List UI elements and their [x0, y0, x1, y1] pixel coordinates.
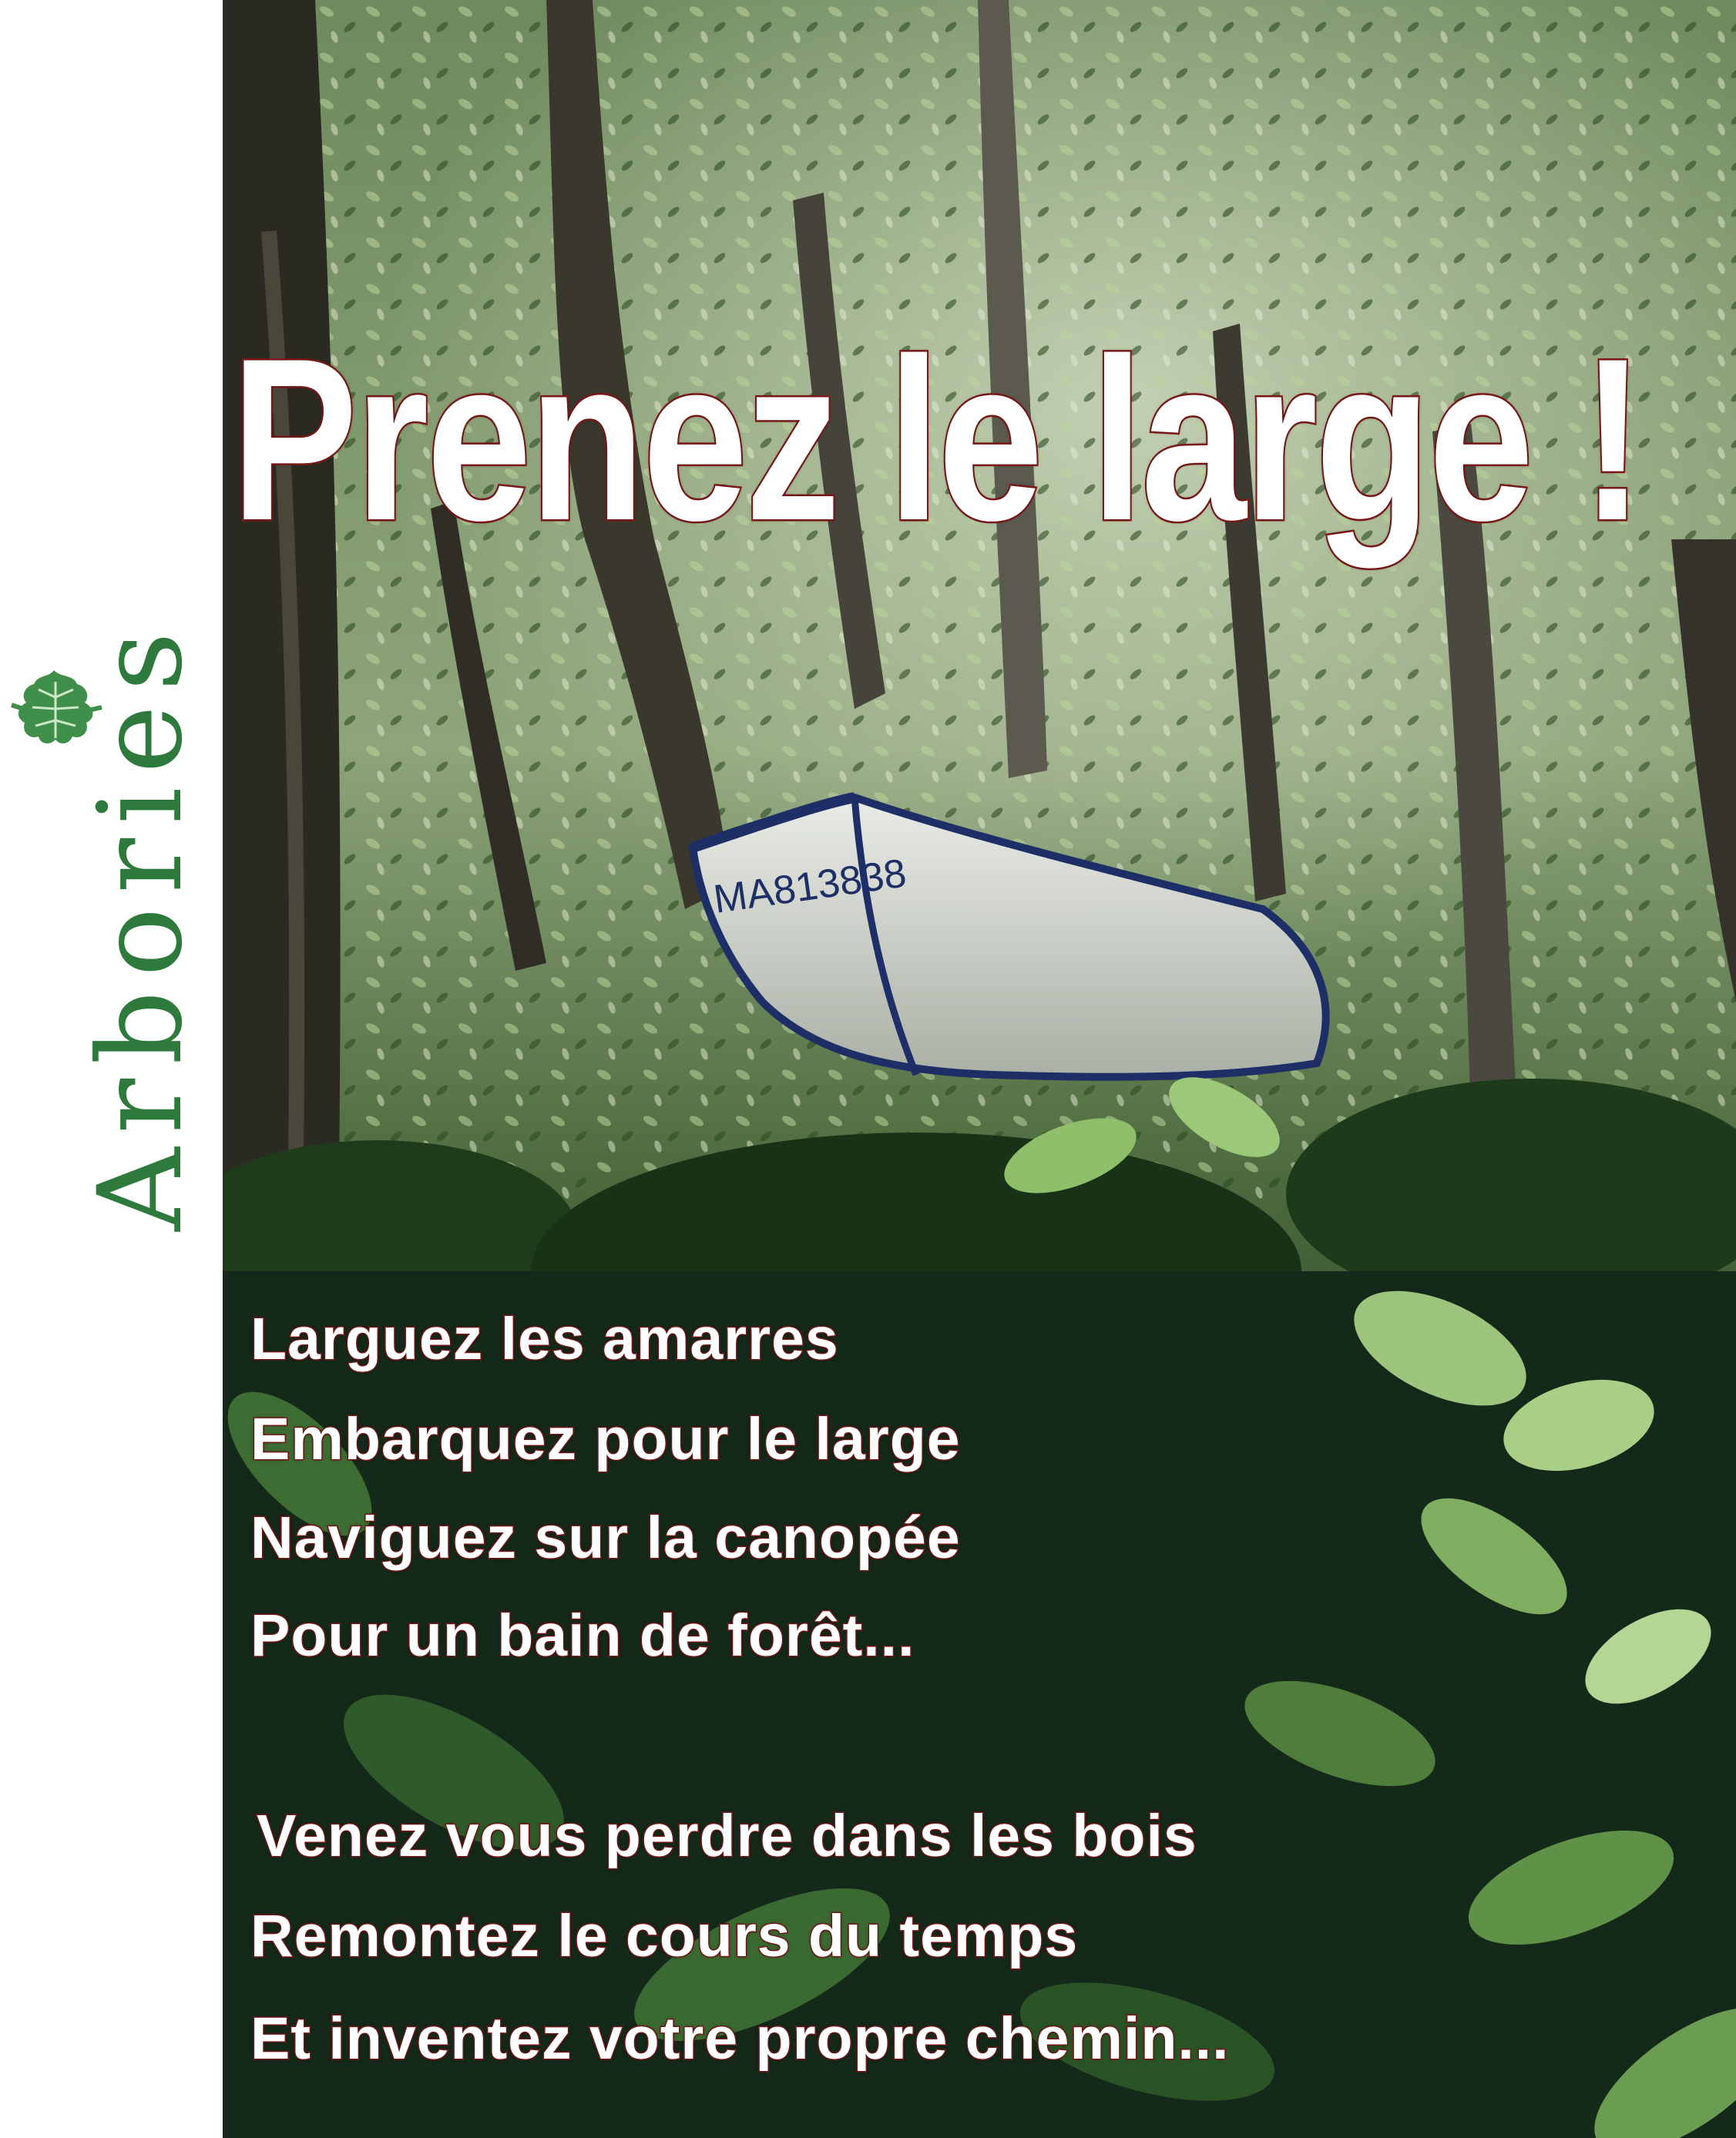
poem-line: Pour un bain de forêt...	[249, 1603, 915, 1669]
poem-line: Embarquez pour le large	[250, 1406, 962, 1472]
brand-sidebar: Arbories	[0, 0, 223, 2138]
poem-line: Naviguez sur la canopée	[250, 1505, 962, 1571]
poem-line: Remontez le cours du temps	[249, 1903, 1079, 1969]
poster: Arbories MA813838 Prenez le large ! Larg…	[0, 0, 1736, 2138]
poem-line: Larguez les amarres	[250, 1306, 840, 1372]
brand-wordmark: Arbories	[74, 618, 208, 1231]
poem-line: Venez vous perdre dans les bois	[256, 1803, 1198, 1869]
poem-line: Et inventez votre propre chemin...	[250, 2005, 1231, 2072]
foreground-foliage	[223, 1077, 1736, 2138]
headline: Prenez le large !	[230, 310, 1646, 569]
